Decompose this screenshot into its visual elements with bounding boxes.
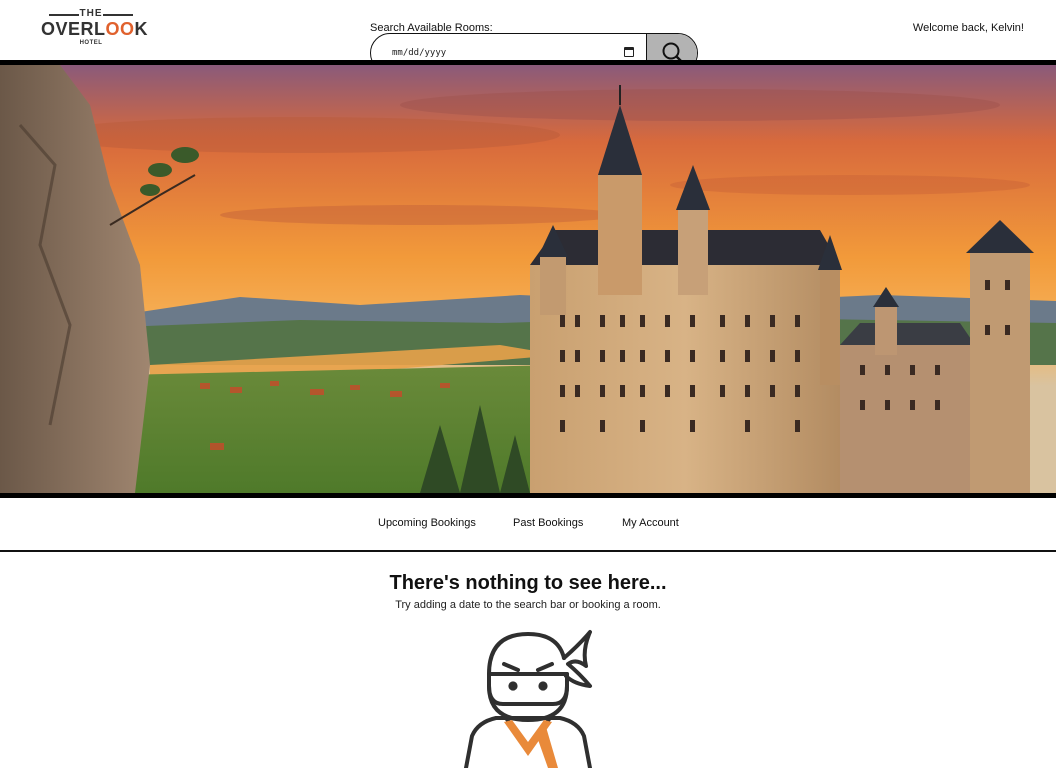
date-input[interactable]: mm/dd/yyyy [392, 48, 446, 58]
calendar-icon[interactable] [624, 47, 634, 57]
account-tabs: Upcoming Bookings Past Bookings My Accou… [0, 498, 1056, 552]
hero-image [0, 65, 1056, 493]
tab-my-account[interactable]: My Account [622, 517, 679, 529]
top-bar: THE OVERLOOK HOTEL Search Available Room… [0, 0, 1056, 73]
empty-state-subtitle: Try adding a date to the search bar or b… [395, 599, 661, 611]
logo-wordmark: OVERLOOK [41, 19, 149, 39]
welcome-message: Welcome back, Kelvin! [912, 22, 1024, 34]
tab-past-bookings[interactable]: Past Bookings [513, 517, 583, 529]
empty-state-title: There's nothing to see here... [389, 572, 667, 594]
castle-sunset-photo [0, 65, 1056, 493]
tab-upcoming-bookings[interactable]: Upcoming Bookings [378, 517, 476, 529]
ninja-icon [458, 628, 598, 770]
logo-hotel: HOTEL [79, 40, 103, 46]
logo-the: THE [79, 8, 103, 19]
overlook-logo[interactable]: THE OVERLOOK HOTEL [41, 8, 149, 50]
